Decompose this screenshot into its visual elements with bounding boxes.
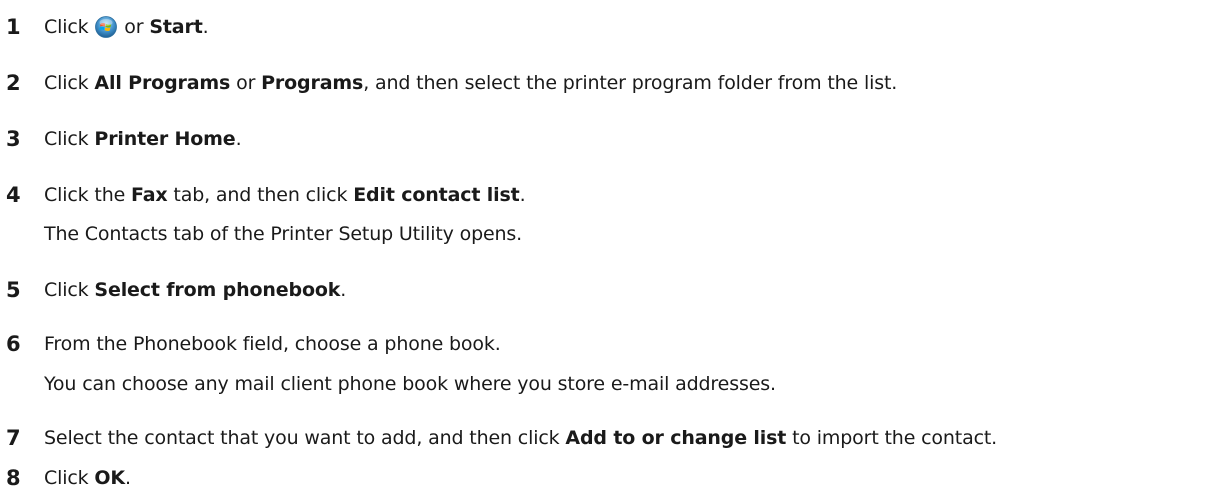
step-text: Select the contact that you want to add,… — [44, 427, 998, 449]
step-4-note: The Contacts tab of the Printer Setup Ut… — [44, 223, 523, 245]
step-number: 1 — [6, 15, 21, 39]
step-text: Click Printer Home. — [44, 128, 242, 150]
step-text: Click Select from phonebook. — [44, 279, 347, 301]
windows-start-orb-icon — [95, 16, 118, 38]
step-number: 4 — [6, 183, 21, 207]
instruction-steps: 1 Click or Start. 2 Click All Programs o… — [0, 0, 1216, 495]
step-number: 7 — [6, 426, 21, 450]
step-text: Click All Programs or Programs, and then… — [44, 72, 898, 94]
step-number: 8 — [6, 466, 21, 490]
step-text: Click the Fax tab, and then click Edit c… — [44, 184, 526, 206]
step-text: Click OK. — [44, 467, 131, 489]
step-number: 6 — [6, 332, 21, 356]
step-text: From the Phonebook field, choose a phone… — [44, 333, 501, 355]
step-text: Click or Start. — [44, 16, 209, 38]
step-number: 5 — [6, 278, 21, 302]
step-number: 3 — [6, 127, 21, 151]
step-6-note: You can choose any mail client phone boo… — [44, 373, 776, 395]
step-number: 2 — [6, 71, 21, 95]
